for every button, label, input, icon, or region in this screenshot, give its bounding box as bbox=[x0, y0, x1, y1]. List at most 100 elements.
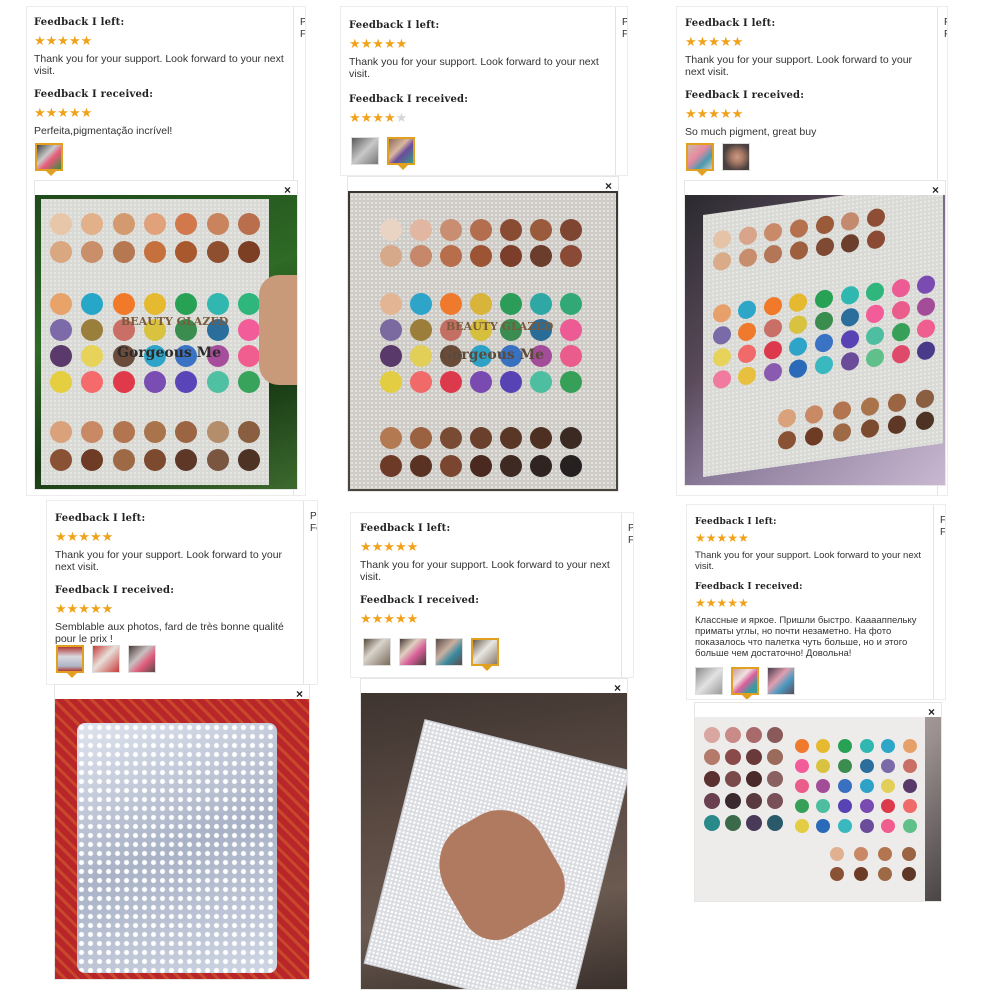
feedback-block: Feedback I left: ★★★★★ Thank you for you… bbox=[695, 517, 931, 659]
feedback-left-label: Feedback I left: bbox=[360, 523, 451, 534]
cut-text: P bbox=[300, 17, 305, 29]
star-rating-received: ★★★★★ bbox=[349, 111, 605, 125]
feedback-block: Feedback I left: ★★★★★ Thank you for you… bbox=[360, 523, 612, 626]
photo-thumbnail[interactable] bbox=[722, 143, 750, 171]
feedback-left-label: Feedback I left: bbox=[695, 517, 777, 527]
feedback-received-label: Feedback I received: bbox=[55, 585, 175, 596]
next-column-edge: Pu Fe bbox=[303, 501, 317, 684]
next-column-edge: F F bbox=[933, 505, 946, 699]
star-icon: ★★★★★ bbox=[695, 596, 749, 610]
photo-thumbnail[interactable] bbox=[686, 143, 714, 176]
photo-thumbnails bbox=[351, 137, 415, 170]
star-rating-left: ★★★★★ bbox=[55, 530, 295, 544]
photo-thumbnail[interactable] bbox=[56, 645, 84, 678]
palette-model-text: Gorgeous Me bbox=[440, 347, 545, 363]
palette-brand-text: BEAUTY GLAZED bbox=[446, 320, 554, 333]
photo-viewer-2: × BEAUTY GLAZED Gorgeous Me bbox=[347, 176, 619, 492]
review-photo: BEAUTY GLAZED Gorgeous Me bbox=[348, 191, 618, 491]
cut-text: F bbox=[628, 535, 634, 546]
feedback-received-text: Классные и яркое. Пришли быстро. Каааапп… bbox=[695, 615, 917, 659]
photo-thumbnail[interactable] bbox=[471, 638, 499, 671]
palette-model-text: Gorgeous Me bbox=[117, 345, 222, 361]
star-icon: ★★★★★ bbox=[685, 106, 744, 121]
feedback-left-label: Feedback I left: bbox=[685, 18, 776, 29]
photo-thumbnail[interactable] bbox=[128, 645, 156, 673]
star-rating-received: ★★★★★ bbox=[695, 596, 931, 610]
cut-text: P bbox=[622, 17, 627, 29]
feedback-block: Feedback I left: ★★★★★ Thank you for you… bbox=[34, 17, 286, 137]
photo-thumbnails bbox=[363, 638, 499, 671]
feedback-left-text: Thank you for your support. Look forward… bbox=[695, 550, 922, 572]
feedback-left-label: Feedback I left: bbox=[349, 20, 440, 31]
star-rating-left: ★★★★★ bbox=[34, 34, 286, 48]
photo-thumbnail[interactable] bbox=[92, 645, 120, 673]
photo-thumbnails bbox=[56, 645, 156, 678]
star-icon: ★★★★★ bbox=[55, 529, 114, 544]
photo-thumbnails bbox=[686, 143, 750, 176]
review-photo bbox=[361, 693, 627, 989]
review-photo bbox=[695, 717, 941, 901]
cut-text: F bbox=[940, 527, 946, 538]
photo-thumbnail[interactable] bbox=[435, 638, 463, 666]
feedback-received-label: Feedback I received: bbox=[34, 89, 154, 100]
photo-thumbnail[interactable] bbox=[363, 638, 391, 666]
feedback-left-label: Feedback I left: bbox=[34, 17, 125, 28]
cut-text: Pu bbox=[310, 511, 317, 522]
photo-thumbnail[interactable] bbox=[399, 638, 427, 666]
cut-text: F bbox=[944, 17, 947, 29]
cut-text: Fe bbox=[310, 523, 317, 534]
photo-thumbnail[interactable] bbox=[767, 667, 795, 695]
feedback-received-label: Feedback I received: bbox=[695, 582, 803, 592]
review-photo bbox=[55, 699, 309, 979]
star-icon: ★★★★★ bbox=[360, 611, 419, 626]
feedback-left-label: Feedback I left: bbox=[55, 513, 146, 524]
photo-viewer-3: × bbox=[684, 180, 946, 486]
photo-thumbnail[interactable] bbox=[695, 667, 723, 695]
star-icon: ★★★★★ bbox=[695, 531, 749, 545]
star-icon: ★★★★★ bbox=[349, 36, 408, 51]
review-photo bbox=[685, 195, 945, 485]
photo-thumbnail[interactable] bbox=[35, 143, 63, 176]
star-rating-left: ★★★★★ bbox=[685, 35, 929, 49]
star-icon: ★★★★★ bbox=[360, 539, 419, 554]
photo-thumbnail[interactable] bbox=[387, 137, 415, 170]
star-icon: ★★★★★ bbox=[685, 34, 744, 49]
photo-thumbnail[interactable] bbox=[731, 667, 759, 699]
feedback-block: Feedback I left: ★★★★★ Thank you for you… bbox=[685, 18, 929, 138]
review-card-4: Pu Fe Feedback I left: ★★★★★ Thank you f… bbox=[46, 500, 318, 685]
palette-brand-text: BEAUTY GLAZED bbox=[121, 315, 229, 328]
star-rating-left: ★★★★★ bbox=[349, 37, 605, 51]
star-rating-received: ★★★★★ bbox=[360, 612, 612, 626]
review-card-6: F F Feedback I left: ★★★★★ Thank you for… bbox=[686, 504, 946, 700]
next-column-edge: P F bbox=[615, 7, 627, 175]
feedback-received-label: Feedback I received: bbox=[360, 595, 480, 606]
star-icon: ★★★★★ bbox=[34, 33, 93, 48]
cut-text: P bbox=[628, 523, 633, 535]
feedback-left-text: Thank you for your support. Look forward… bbox=[360, 559, 610, 583]
feedback-received-text: Perfeita,pigmentação incrível! bbox=[34, 125, 173, 137]
photo-viewer-5: × bbox=[360, 678, 628, 990]
review-card-2: P F Feedback I left: ★★★★★ Thank you for… bbox=[340, 6, 628, 176]
feedback-left-text: Thank you for your support. Look forward… bbox=[34, 53, 284, 77]
feedback-received-label: Feedback I received: bbox=[685, 90, 805, 101]
photo-thumbnail[interactable] bbox=[351, 137, 379, 165]
star-rating-left: ★★★★★ bbox=[360, 540, 612, 554]
cut-text: F bbox=[940, 515, 946, 526]
next-column-edge: P F bbox=[621, 513, 634, 677]
star-rating-received: ★★★★★ bbox=[34, 106, 286, 120]
star-icon: ★★★★★ bbox=[55, 601, 114, 616]
feedback-received-text: Semblable aux photos, fard de très bonne… bbox=[55, 621, 284, 645]
cut-text: F bbox=[944, 29, 947, 41]
star-icon: ★★★★★ bbox=[34, 105, 93, 120]
feedback-left-text: Thank you for your support. Look forward… bbox=[55, 549, 283, 573]
review-card-5: P F Feedback I left: ★★★★★ Thank you for… bbox=[350, 512, 634, 678]
photo-viewer-6: × bbox=[694, 702, 942, 902]
feedback-block: Feedback I left: ★★★★★ Thank you for you… bbox=[349, 20, 605, 125]
photo-thumbnails bbox=[35, 143, 63, 176]
cut-text: F bbox=[300, 29, 306, 40]
feedback-left-text: Thank you for your support. Look forward… bbox=[349, 56, 599, 80]
feedback-block: Feedback I left: ★★★★★ Thank you for you… bbox=[55, 513, 295, 645]
star-rating-received: ★★★★★ bbox=[685, 107, 929, 121]
photo-viewer-1: × BEAUTY GLAZED Gorgeous Me bbox=[34, 180, 298, 490]
feedback-received-label: Feedback I received: bbox=[349, 94, 469, 105]
